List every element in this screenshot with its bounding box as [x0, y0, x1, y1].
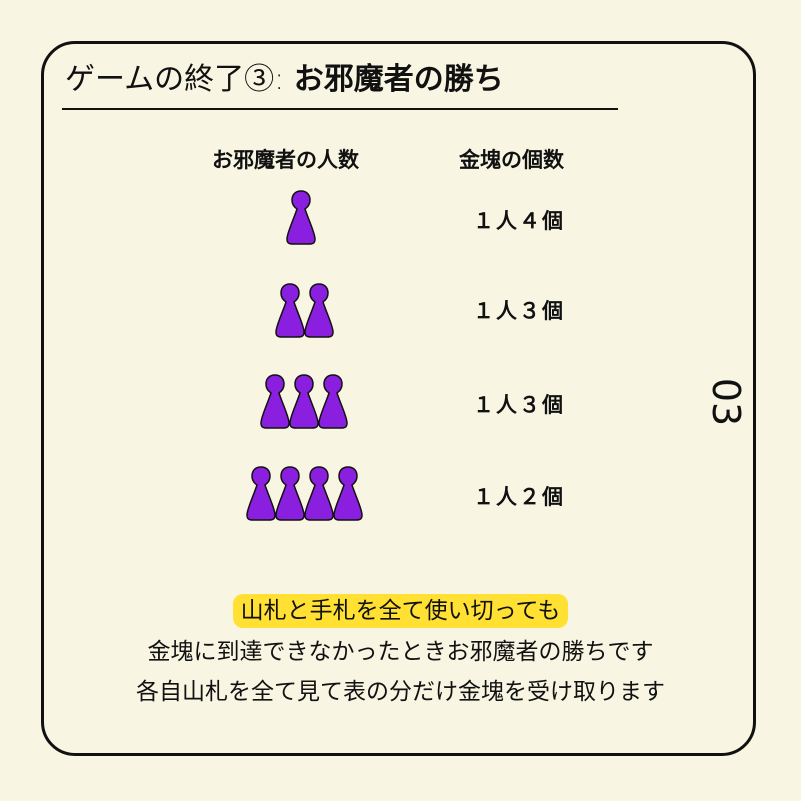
pawn-group-2 [275, 283, 334, 339]
row-count-3: １人３個 [473, 393, 565, 417]
row-count-2: １人３個 [473, 299, 565, 323]
pawn-icon [286, 190, 316, 245]
pawn-icon [304, 466, 334, 521]
pawn-group-3 [260, 374, 348, 430]
column-header-players: お邪魔者の人数 [212, 148, 359, 172]
pawn-icon [275, 283, 305, 338]
pawn-icons [286, 190, 316, 245]
pawn-icon [304, 283, 334, 338]
pawn-group-1 [286, 190, 316, 246]
pawn-icons [260, 374, 348, 429]
column-header-gold: 金塊の個数 [459, 148, 564, 172]
page-title: ゲームの終了③: お邪魔者の勝ち [65, 58, 504, 102]
page-number: 03 [704, 377, 748, 427]
pawn-icons [246, 466, 363, 521]
pawn-icon [246, 466, 276, 521]
row-count-1: １人４個 [473, 209, 565, 233]
title-prefix: ゲームの終了③: [65, 62, 294, 97]
pawn-icon [289, 374, 319, 429]
title-main: お邪魔者の勝ち [293, 62, 504, 97]
pawn-icon [318, 374, 348, 429]
title-underline [62, 108, 618, 110]
pawn-group-4 [246, 466, 363, 522]
footer-line-1: 山札と手札を全て使い切っても [0, 592, 801, 630]
pawn-icon [333, 466, 363, 521]
pawn-icons [275, 283, 334, 338]
footer-line-3: 各自山札を全て見て表の分だけ金塊を受け取ります [136, 679, 665, 705]
footer-line-2: 金塊に到達できなかったときお邪魔者の勝ちです [147, 639, 654, 665]
pawn-icon [275, 466, 305, 521]
footer-highlight: 山札と手札を全て使い切っても [232, 594, 569, 628]
pawn-icon [260, 374, 290, 429]
row-count-4: １人２個 [473, 485, 565, 509]
